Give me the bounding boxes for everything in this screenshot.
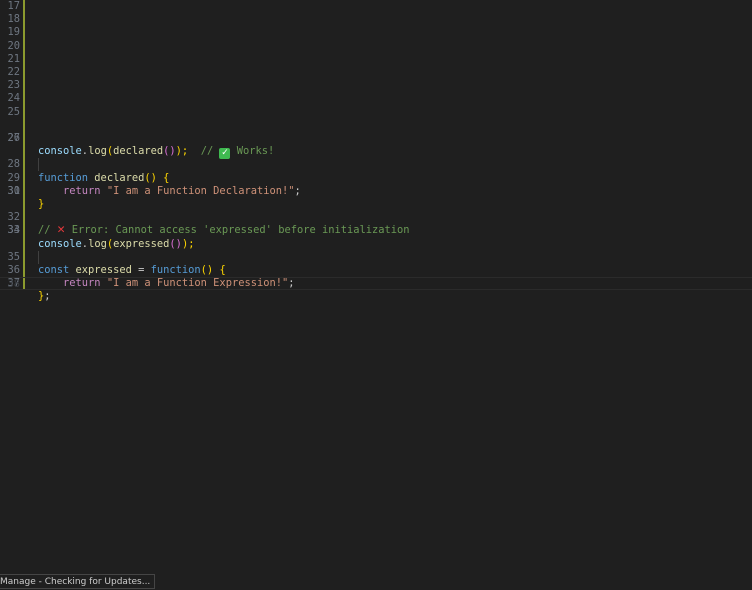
code-line[interactable]: 30 } [0,172,752,210]
code-line[interactable]: 31 [0,185,752,198]
line-number: 22 [7,66,20,78]
token-semicolon: ; [44,290,51,303]
code-editor[interactable]: 17 18 19 20 21 22 23 24 25 26 console.lo… [0,0,752,572]
line-number: 19 [7,26,20,39]
line-number: 23 [7,79,20,92]
line-number: 21 [7,52,20,65]
line-number: 24 [7,92,20,105]
code-line[interactable]: 32 // ✕ Error: Cannot access 'expressed'… [0,198,752,236]
manage-update-status[interactable]: Manage - Checking for Updates... [0,574,156,589]
code-line[interactable]: 35 const expressed = function() { [0,238,752,276]
code-line[interactable]: 28 function declared() { [0,145,752,183]
line-number: 18 [7,13,20,26]
code-line-current[interactable]: 38 [0,277,752,291]
code-line[interactable]: 34 [0,224,752,237]
code-line[interactable]: 20 [0,40,752,53]
line-number: 38 [7,278,20,291]
code-line[interactable]: 33 console.log(expressed()); [0,211,752,249]
code-line[interactable]: 21 [0,53,752,66]
code-line[interactable]: 29 return "I am a Function Declaration!"… [0,158,752,197]
line-number: 27 [7,132,20,144]
code-line[interactable]: 24 [0,92,752,105]
line-number: 20 [7,39,20,52]
code-line[interactable]: 19 [0,26,752,39]
code-line[interactable]: 36 return "I am a Function Expression!"; [0,251,752,289]
code-line[interactable]: 26 console.log(declared()); // ✓ Works! [0,119,752,160]
code-line[interactable]: 22 [0,66,752,79]
line-number: 25 [7,105,20,118]
code-line[interactable]: 27 [0,132,752,145]
code-line[interactable]: 37 }; [0,264,752,302]
code-line[interactable]: 25 [0,106,752,119]
line-number: 31 [7,184,20,197]
code-line[interactable]: 23 [0,79,752,92]
code-line[interactable]: 17 [0,0,752,13]
code-text: }; [38,290,51,303]
code-line[interactable]: 18 [0,13,752,26]
line-number: 17 [7,0,20,12]
line-number: 34 [7,224,20,237]
